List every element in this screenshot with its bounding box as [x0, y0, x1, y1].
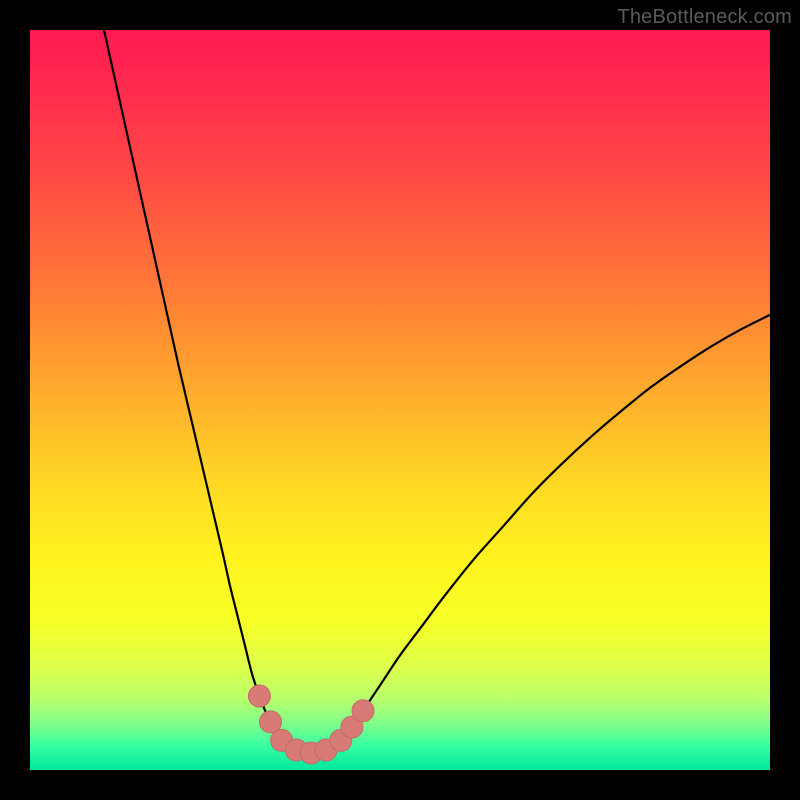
- bottleneck-chart: [30, 30, 770, 770]
- watermark-text: TheBottleneck.com: [617, 6, 792, 29]
- chart-frame: [30, 30, 770, 770]
- curve-marker: [248, 685, 270, 707]
- curve-marker: [352, 700, 374, 722]
- chart-background: [30, 30, 770, 770]
